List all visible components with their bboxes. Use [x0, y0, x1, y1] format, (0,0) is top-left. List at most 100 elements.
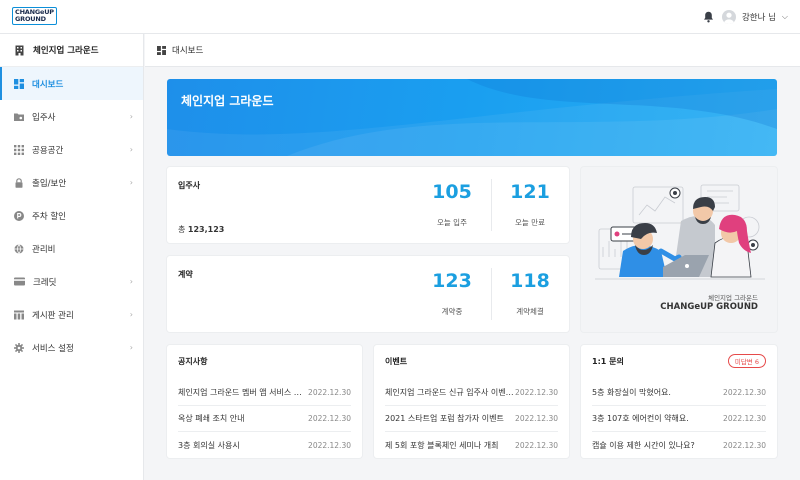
- stat-divider: [491, 179, 492, 231]
- inquiries-card: 1:1 문의 미답변 6 5층 화장실이 막혔어요. 2022.12.30 3층 …: [581, 345, 777, 458]
- sidebar-item-label: 크레딧: [33, 277, 57, 288]
- list-item[interactable]: 3층 회의실 사용시 2022.12.30: [178, 432, 351, 458]
- sidebar-item-label: 대시보드: [32, 79, 64, 90]
- lock-icon: [15, 177, 23, 188]
- list-item[interactable]: 체인지업 그라운드 멤버 앱 서비스 개… 2022.12.30: [178, 380, 351, 406]
- notices-title: 공지사항: [178, 357, 208, 366]
- bell-icon[interactable]: [702, 10, 716, 24]
- globe-icon: [14, 243, 24, 254]
- gear-icon: [14, 342, 24, 353]
- sidebar-item-credit[interactable]: 크레딧 ›: [0, 265, 143, 298]
- sidebar-item-tenants[interactable]: 입주사 ›: [0, 100, 143, 133]
- list-item-title: 3층 회의실 사용시: [178, 440, 240, 450]
- unanswered-badge[interactable]: 미답변 6: [727, 354, 766, 368]
- sidebar-item-label: 주차 할인: [32, 211, 66, 222]
- sidebar-item-shared-space[interactable]: 공용공간 ›: [0, 133, 143, 166]
- list-item-title: 3층 107호 에어컨이 약해요.: [592, 414, 689, 423]
- folder-icon: [14, 113, 24, 121]
- list-item-date: 2022.12.30: [515, 388, 558, 397]
- events-title: 이벤트: [385, 357, 408, 366]
- grid-icon: [14, 144, 24, 155]
- stat-divider: [491, 268, 492, 320]
- illustration-card: 체인지업 그라운드 CHANGeUP GROUND: [581, 167, 777, 332]
- sidebar-item-label: 서비스 설정: [32, 343, 74, 354]
- card-icon: [14, 277, 25, 286]
- today-move-in-label: 오늘 입주: [437, 218, 467, 227]
- dashboard-icon: [14, 78, 24, 89]
- list-item[interactable]: 3층 107호 에어컨이 약해요. 2022.12.30: [592, 406, 766, 432]
- list-item-date: 2022.12.30: [723, 414, 766, 423]
- contracts-card[interactable]: 계약 123 계약중 118 계약체결: [167, 256, 569, 332]
- logo-line-2: GROUND: [15, 14, 46, 23]
- tenants-total: 총 123,123: [178, 224, 224, 235]
- dashboard-icon: [157, 45, 166, 55]
- top-bar: CHANGeUP GROUND 강한나 님 ⌵: [0, 0, 800, 34]
- welcome-banner: 체인지업 그라운드: [167, 79, 777, 156]
- list-item[interactable]: 2021 스타트업 포럼 참가자 이벤트 2022.12.30: [385, 406, 558, 432]
- sidebar-item-management-fee[interactable]: 관리비: [0, 232, 143, 265]
- list-item-title: 체인지업 그라운드 멤버 앱 서비스 개…: [178, 388, 308, 397]
- contracts-active-label: 계약중: [441, 307, 463, 316]
- list-item[interactable]: 옥상 폐쇄 조치 안내 2022.12.30: [178, 406, 351, 432]
- list-item-title: 캡슐 이용 제한 시간이 있나요?: [592, 440, 695, 450]
- list-item-date: 2022.12.30: [308, 414, 351, 423]
- board-icon: [14, 310, 24, 319]
- illustration-caption-brand: CHANGeUP GROUND: [660, 302, 758, 312]
- list-item-title: 옥상 폐쇄 조치 안내: [178, 414, 245, 423]
- tenants-card[interactable]: 입주사 총 123,123 105 오늘 입주 121 오늘 만료: [167, 167, 569, 243]
- list-item-title: 체인지업 그라운드 신규 입주사 이벤…: [385, 388, 514, 397]
- sidebar-header: 체인지업 그라운드: [0, 34, 143, 67]
- contracts-signed-value: 118: [510, 270, 550, 292]
- illustration-caption-korean: 체인지업 그라운드: [708, 294, 758, 302]
- chevron-right-icon: ›: [129, 178, 133, 187]
- chevron-right-icon: ›: [129, 112, 133, 121]
- today-expire-label: 오늘 만료: [515, 218, 545, 227]
- sidebar-item-service-settings[interactable]: 서비스 설정 ›: [0, 331, 143, 364]
- chevron-right-icon: ›: [129, 343, 133, 352]
- notices-card: 공지사항 체인지업 그라운드 멤버 앱 서비스 개… 2022.12.30 옥상 …: [167, 345, 362, 458]
- avatar[interactable]: [721, 10, 736, 24]
- chevron-right-icon: ›: [129, 277, 133, 286]
- user-area: 강한나 님 ⌵: [702, 9, 788, 25]
- list-item-date: 2022.12.30: [723, 440, 766, 450]
- chevron-right-icon: ›: [129, 310, 133, 319]
- tenants-total-label: 총: [178, 225, 186, 234]
- list-item[interactable]: 캡슐 이용 제한 시간이 있나요? 2022.12.30: [592, 432, 766, 458]
- list-item-date: 2022.12.30: [723, 388, 766, 397]
- sidebar-item-label: 공용공간: [32, 145, 64, 156]
- sidebar-item-label: 게시판 관리: [32, 310, 74, 321]
- tenants-title: 입주사: [178, 181, 201, 190]
- banner-title: 체인지업 그라운드: [181, 94, 274, 108]
- list-item[interactable]: 제 5회 포항 블록체인 세미나 개최 2022.12.30: [385, 432, 558, 458]
- breadcrumb-label[interactable]: 대시보드: [172, 44, 203, 56]
- sidebar-item-board[interactable]: 게시판 관리 ›: [0, 298, 143, 331]
- username[interactable]: 강한나 님: [742, 11, 776, 23]
- changeup-logo[interactable]: CHANGeUP GROUND: [12, 7, 57, 25]
- sidebar-item-label: 입주사: [32, 112, 56, 123]
- list-item-title: 제 5회 포항 블록체인 세미나 개최: [385, 440, 499, 450]
- list-item-title: 2021 스타트업 포럼 참가자 이벤트: [385, 414, 504, 423]
- sidebar-item-label: 출입/보안: [32, 178, 67, 189]
- sidebar-item-dashboard[interactable]: 대시보드: [0, 67, 143, 100]
- chevron-down-icon[interactable]: ⌵: [782, 12, 788, 22]
- contracts-signed-label: 계약체결: [516, 307, 544, 316]
- inquiries-title: 1:1 문의: [592, 357, 624, 366]
- parking-icon: [14, 210, 24, 221]
- list-item[interactable]: 체인지업 그라운드 신규 입주사 이벤… 2022.12.30: [385, 380, 558, 406]
- today-move-in-value: 105: [432, 181, 472, 203]
- contracts-title: 계약: [178, 270, 193, 279]
- sidebar-item-access-security[interactable]: 출입/보안 ›: [0, 166, 143, 199]
- list-item[interactable]: 5층 화장실이 막혔어요. 2022.12.30: [592, 380, 766, 406]
- sidebar-title: 체인지업 그라운드: [33, 46, 99, 56]
- events-card: 이벤트 체인지업 그라운드 신규 입주사 이벤… 2022.12.30 2021 …: [374, 345, 569, 458]
- sidebar: 체인지업 그라운드 대시보드 입주사 › 공용공간 › 출입/보안 › 주차 할…: [0, 34, 144, 480]
- breadcrumb: 대시보드: [145, 34, 800, 67]
- list-item-date: 2022.12.30: [515, 440, 558, 450]
- banner-wave-decoration: [167, 79, 777, 156]
- list-item-title: 5층 화장실이 막혔어요.: [592, 388, 671, 397]
- list-item-date: 2022.12.30: [308, 440, 351, 450]
- sidebar-item-parking[interactable]: 주차 할인: [0, 199, 143, 232]
- list-item-date: 2022.12.30: [515, 414, 558, 423]
- tenants-total-value: 123,123: [187, 225, 225, 234]
- chevron-right-icon: ›: [129, 145, 133, 154]
